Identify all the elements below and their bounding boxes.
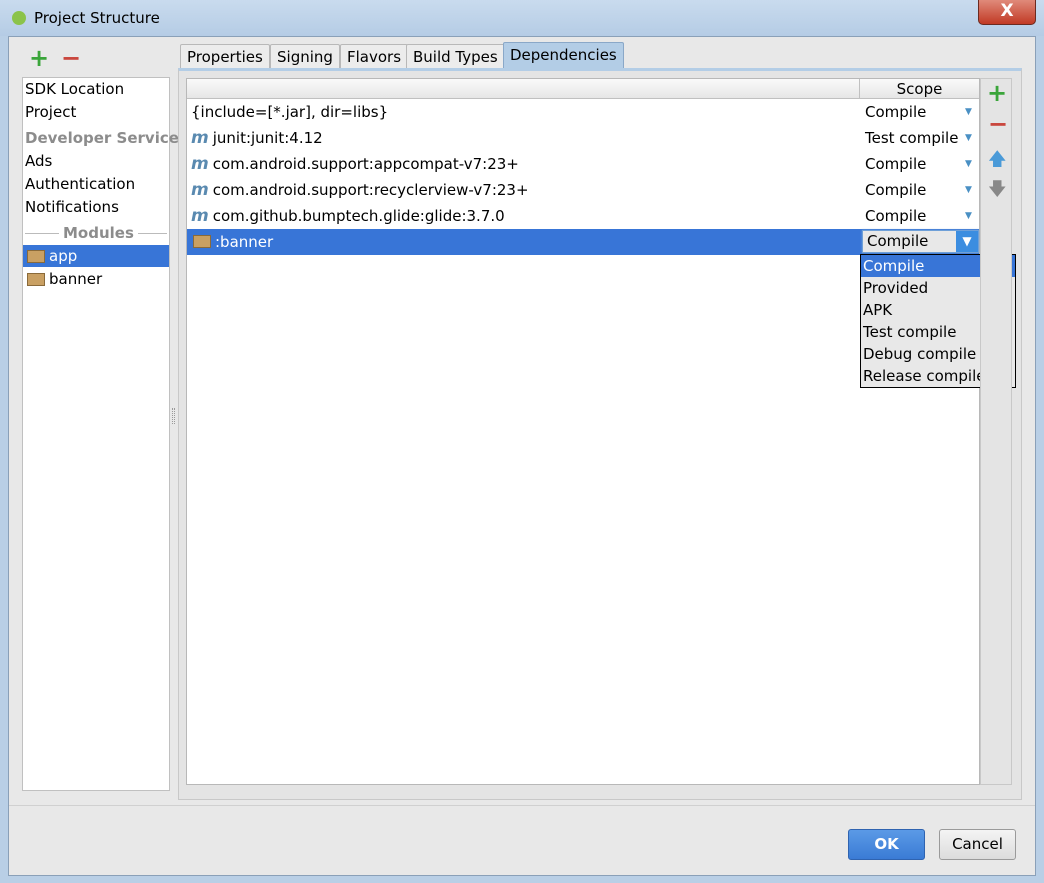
dependency-name: com.android.support:recyclerview-v7:23+ xyxy=(212,181,529,199)
maven-icon: m xyxy=(191,206,209,226)
tab-properties[interactable]: Properties xyxy=(180,44,270,69)
dependency-name: com.github.bumptech.glide:glide:3.7.0 xyxy=(212,207,505,225)
dependencies-table: Scope {include=[*.jar], dir=libs} Compile… xyxy=(186,78,980,785)
scope-value[interactable]: Compile xyxy=(865,151,926,177)
remove-module-button[interactable]: − xyxy=(61,46,81,70)
table-row[interactable]: m junit:junit:4.12 Test compile ▼ xyxy=(187,125,979,151)
move-down-button[interactable]: 🡇 xyxy=(988,177,1007,207)
cancel-button[interactable]: Cancel xyxy=(939,829,1016,860)
scope-value[interactable]: Test compile xyxy=(865,125,958,151)
scope-value[interactable]: Compile xyxy=(865,203,926,229)
tab-signing[interactable]: Signing xyxy=(270,44,340,69)
developer-services-header: Developer Services xyxy=(25,129,188,147)
module-label: banner xyxy=(49,270,103,288)
tab-build-types[interactable]: Build Types xyxy=(406,44,505,69)
scope-value[interactable]: Compile xyxy=(865,99,926,125)
dropdown-arrow-icon[interactable]: ▼ xyxy=(965,203,972,229)
tab-flavors[interactable]: Flavors xyxy=(340,44,409,69)
module-item-app[interactable]: app xyxy=(23,245,169,267)
add-dependency-button[interactable]: + xyxy=(987,81,1007,105)
android-studio-icon xyxy=(12,11,26,25)
ok-button[interactable]: OK xyxy=(848,829,925,860)
dependency-name: com.android.support:appcompat-v7:23+ xyxy=(212,155,519,173)
dropdown-arrow-icon[interactable]: ▼ xyxy=(965,177,972,203)
app-module-icon xyxy=(27,250,45,263)
move-up-button[interactable]: 🡅 xyxy=(988,147,1007,177)
library-module-icon xyxy=(27,273,45,286)
settings-sidebar: SDK Location Project Developer Services … xyxy=(22,77,188,791)
table-row-selected[interactable]: :banner xyxy=(187,229,979,255)
sidebar-item-sdk-location[interactable]: SDK Location xyxy=(25,78,124,100)
table-row[interactable]: {include=[*.jar], dir=libs} Compile ▼ xyxy=(187,99,979,125)
sidebar-item-ads[interactable]: Ads xyxy=(25,150,52,172)
add-module-button[interactable]: + xyxy=(29,46,49,70)
module-folder-icon xyxy=(193,235,211,248)
dropdown-arrow-icon[interactable]: ▼ xyxy=(965,151,972,177)
dropdown-arrow-icon[interactable]: ▼ xyxy=(965,125,972,151)
remove-dependency-button[interactable]: − xyxy=(988,112,1008,136)
dependency-name: junit:junit:4.12 xyxy=(212,129,323,147)
tab-dependencies[interactable]: Dependencies xyxy=(503,42,624,69)
sidebar-item-authentication[interactable]: Authentication xyxy=(25,173,135,195)
table-row[interactable]: m com.android.support:recyclerview-v7:23+… xyxy=(187,177,979,203)
chevron-down-icon[interactable]: ▼ xyxy=(956,231,978,252)
scope-combobox[interactable]: Compile ▼ xyxy=(862,230,979,253)
splitter-handle[interactable] xyxy=(172,408,175,424)
sidebar-item-notifications[interactable]: Notifications xyxy=(25,196,119,218)
maven-icon: m xyxy=(191,154,209,174)
module-label: app xyxy=(49,247,78,265)
combobox-value: Compile xyxy=(867,232,929,250)
footer-divider xyxy=(9,805,1035,806)
sidebar-item-project[interactable]: Project xyxy=(25,101,76,123)
table-row[interactable]: m com.android.support:appcompat-v7:23+ Com… xyxy=(187,151,979,177)
close-button[interactable]: X xyxy=(978,0,1036,25)
window-title: Project Structure xyxy=(34,9,160,27)
dependency-name: :banner xyxy=(215,233,274,251)
scope-value[interactable]: Compile xyxy=(865,177,926,203)
maven-icon: m xyxy=(191,128,209,148)
scope-column-header[interactable]: Scope xyxy=(859,79,979,98)
dependency-toolbar: + − 🡅 🡇 xyxy=(980,78,1012,785)
module-item-banner[interactable]: banner xyxy=(23,268,102,290)
modules-header: Modules xyxy=(59,222,138,244)
table-row[interactable]: m com.github.bumptech.glide:glide:3.7.0 Co… xyxy=(187,203,979,229)
table-header: Scope xyxy=(187,79,979,99)
dependency-name: {include=[*.jar], dir=libs} xyxy=(191,103,389,121)
dropdown-arrow-icon[interactable]: ▼ xyxy=(965,99,972,125)
maven-icon: m xyxy=(191,180,209,200)
